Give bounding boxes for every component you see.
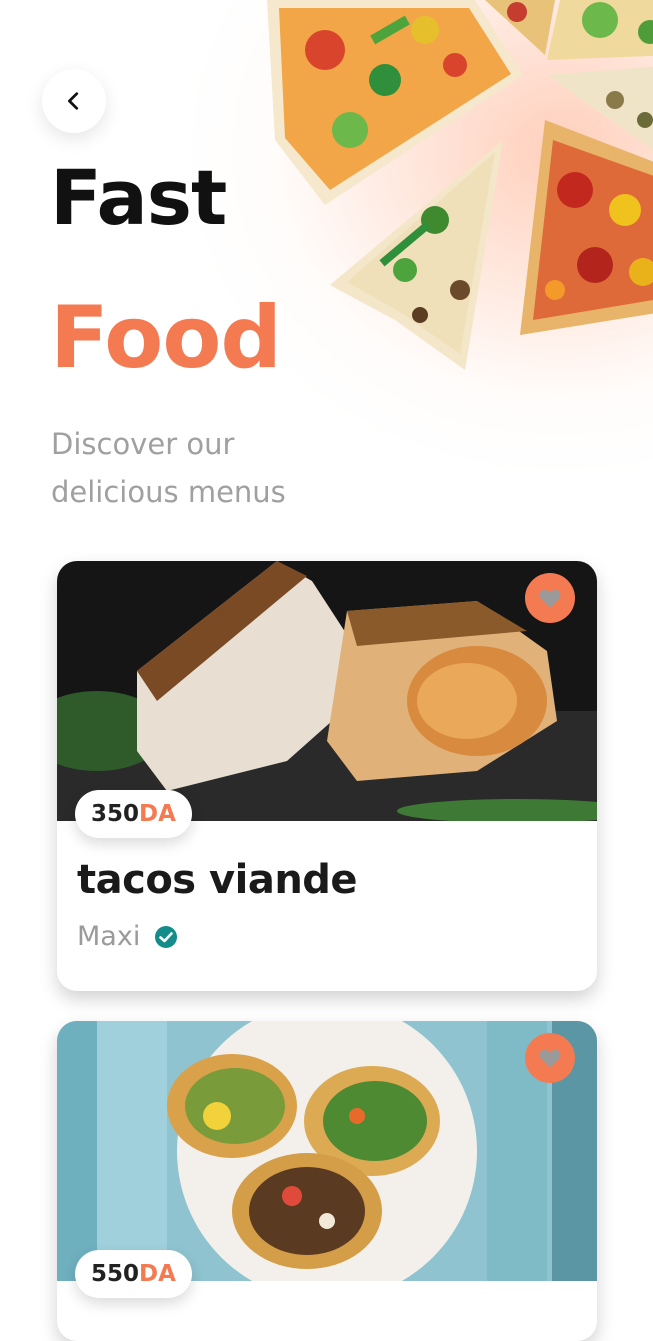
price-currency: DA <box>139 801 176 827</box>
page-title-line1: Fast <box>50 153 227 242</box>
heart-icon <box>539 1049 561 1068</box>
menu-item-title: tacos viande <box>77 857 358 903</box>
favorite-button[interactable] <box>525 1033 575 1083</box>
price-value: 550 <box>91 1261 140 1287</box>
price-currency: DA <box>139 1261 176 1287</box>
menu-item-image <box>57 1021 597 1281</box>
pizza-illustration <box>267 0 653 370</box>
menu-item-image <box>57 561 597 821</box>
menu-item-size: Maxi <box>77 921 141 952</box>
menu-item-card[interactable]: 350 DA tacos viande Maxi <box>57 561 597 991</box>
price-badge: 550 DA <box>75 1250 192 1298</box>
favorite-button[interactable] <box>525 573 575 623</box>
heart-icon <box>539 589 561 608</box>
back-button[interactable] <box>42 69 106 133</box>
price-badge: 350 DA <box>75 790 192 838</box>
page-title-line2: Food <box>50 288 282 388</box>
menu-item-card[interactable]: 550 DA <box>57 1021 597 1341</box>
page-subtitle: Discover our delicious menus <box>51 427 286 509</box>
chevron-left-icon <box>68 92 79 110</box>
price-value: 350 <box>91 801 140 827</box>
menu-item-meta: Maxi <box>77 921 178 952</box>
check-circle-icon <box>155 925 178 948</box>
